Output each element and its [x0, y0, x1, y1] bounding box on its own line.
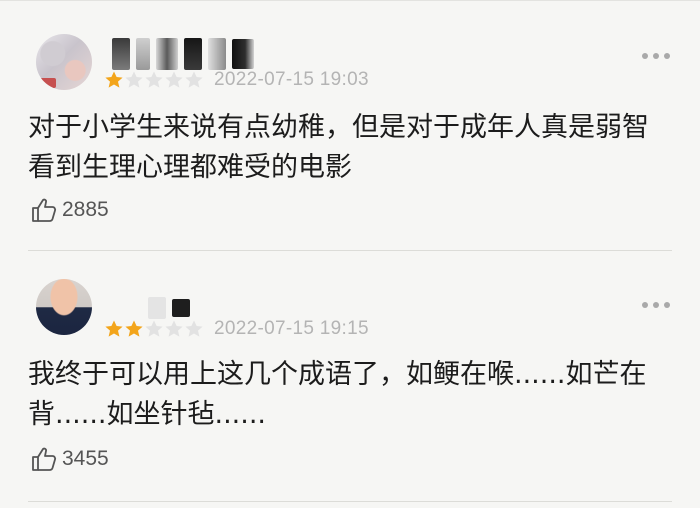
review-comment: 我终于可以用上这几个成语了，如鲠在喉......如芒在背......如坐针毡..… — [28, 359, 647, 430]
avatar[interactable] — [36, 34, 92, 90]
star-filled-icon — [105, 320, 123, 337]
more-dot — [653, 53, 659, 59]
more-dot — [642, 53, 648, 59]
like-count: 3455 — [62, 447, 109, 470]
username-redacted — [148, 297, 190, 319]
redaction-block — [232, 39, 254, 69]
redaction-block — [148, 297, 166, 319]
like-count: 2885 — [62, 198, 109, 221]
thumbs-up-icon — [32, 447, 57, 471]
star-rating — [104, 319, 204, 339]
more-options-button[interactable] — [642, 46, 670, 66]
star-empty-icon — [145, 320, 163, 337]
redaction-block — [184, 38, 202, 70]
review-meta: 2022-07-15 19:15 — [104, 317, 369, 341]
star-empty-icon — [145, 71, 163, 88]
review-meta: 2022-07-15 19:03 — [104, 68, 369, 92]
redaction-block — [136, 38, 150, 70]
more-options-button[interactable] — [642, 295, 670, 315]
avatar-blot — [38, 78, 56, 88]
star-empty-icon — [125, 71, 143, 88]
review-comment: 对于小学生来说有点幼稚，但是对于成年人真是弱智 看到生理心理都难受的电影 — [28, 112, 649, 183]
redaction-block — [112, 38, 130, 70]
redaction-block — [172, 299, 190, 317]
star-rating — [104, 70, 204, 90]
review-timestamp: 2022-07-15 19:15 — [214, 318, 369, 339]
review-card: 2022-07-15 19:03 对于小学生来说有点幼稚，但是对于成年人真是弱智… — [0, 0, 700, 250]
redaction-block — [208, 38, 226, 70]
more-dot — [664, 53, 670, 59]
more-dot — [653, 302, 659, 308]
star-empty-icon — [185, 71, 203, 88]
review-timestamp: 2022-07-15 19:03 — [214, 69, 369, 90]
like-button[interactable]: 3455 — [30, 445, 109, 473]
star-filled-icon — [105, 71, 123, 88]
star-filled-icon — [125, 320, 143, 337]
star-empty-icon — [165, 71, 183, 88]
redaction-block — [156, 38, 178, 70]
more-dot — [664, 302, 670, 308]
review-divider — [28, 501, 672, 502]
like-button[interactable]: 2885 — [30, 196, 109, 224]
review-card: 2022-07-15 19:15 我终于可以用上这几个成语了，如鲠在喉.....… — [0, 251, 700, 501]
star-empty-icon — [165, 320, 183, 337]
avatar[interactable] — [36, 279, 92, 335]
username-redacted — [112, 38, 254, 70]
thumbs-up-icon — [32, 198, 57, 222]
more-dot — [642, 302, 648, 308]
star-empty-icon — [185, 320, 203, 337]
